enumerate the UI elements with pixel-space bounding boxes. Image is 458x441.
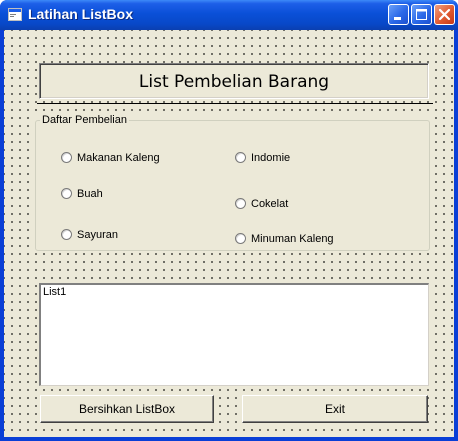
app-window: Latihan ListBox List Pembelian Barang Da…: [0, 0, 458, 441]
app-window-icon[interactable]: [8, 8, 22, 21]
minimize-button[interactable]: [388, 4, 409, 25]
radio-circle[interactable]: [61, 229, 72, 240]
page-title: List Pembelian Barang: [138, 72, 330, 92]
header-label-box: List Pembelian Barang: [39, 63, 429, 99]
radio-circle[interactable]: [61, 152, 72, 163]
radio-label: Indomie: [251, 152, 291, 164]
window-title: Latihan ListBox: [28, 6, 134, 22]
list-item[interactable]: List1: [43, 286, 66, 298]
purchase-frame: Daftar Pembelian Makanan Kaleng Indomie …: [35, 114, 430, 251]
radio-circle[interactable]: [61, 188, 72, 199]
radio-label: Minuman Kaleng: [251, 233, 334, 245]
divider-line: [37, 103, 433, 104]
close-button[interactable]: [434, 4, 455, 25]
form-client-area: List Pembelian Barang Daftar Pembelian M…: [4, 30, 454, 437]
radio-circle[interactable]: [235, 198, 246, 209]
radio-circle[interactable]: [235, 152, 246, 163]
radio-label: Makanan Kaleng: [77, 152, 160, 164]
purchase-listbox[interactable]: List1: [39, 283, 429, 386]
exit-button[interactable]: Exit: [242, 395, 428, 423]
radio-circle[interactable]: [235, 233, 246, 244]
radio-label: Cokelat: [251, 198, 289, 210]
radio-label: Sayuran: [77, 229, 118, 241]
close-icon: [438, 8, 451, 21]
frame-legend: Daftar Pembelian: [40, 114, 129, 126]
minimize-icon: [394, 17, 401, 20]
radio-label: Buah: [77, 188, 103, 200]
clear-listbox-button[interactable]: Bersihkan ListBox: [40, 395, 214, 423]
maximize-button[interactable]: [411, 4, 432, 25]
title-bar[interactable]: Latihan ListBox: [0, 0, 458, 30]
maximize-icon: [416, 9, 427, 20]
